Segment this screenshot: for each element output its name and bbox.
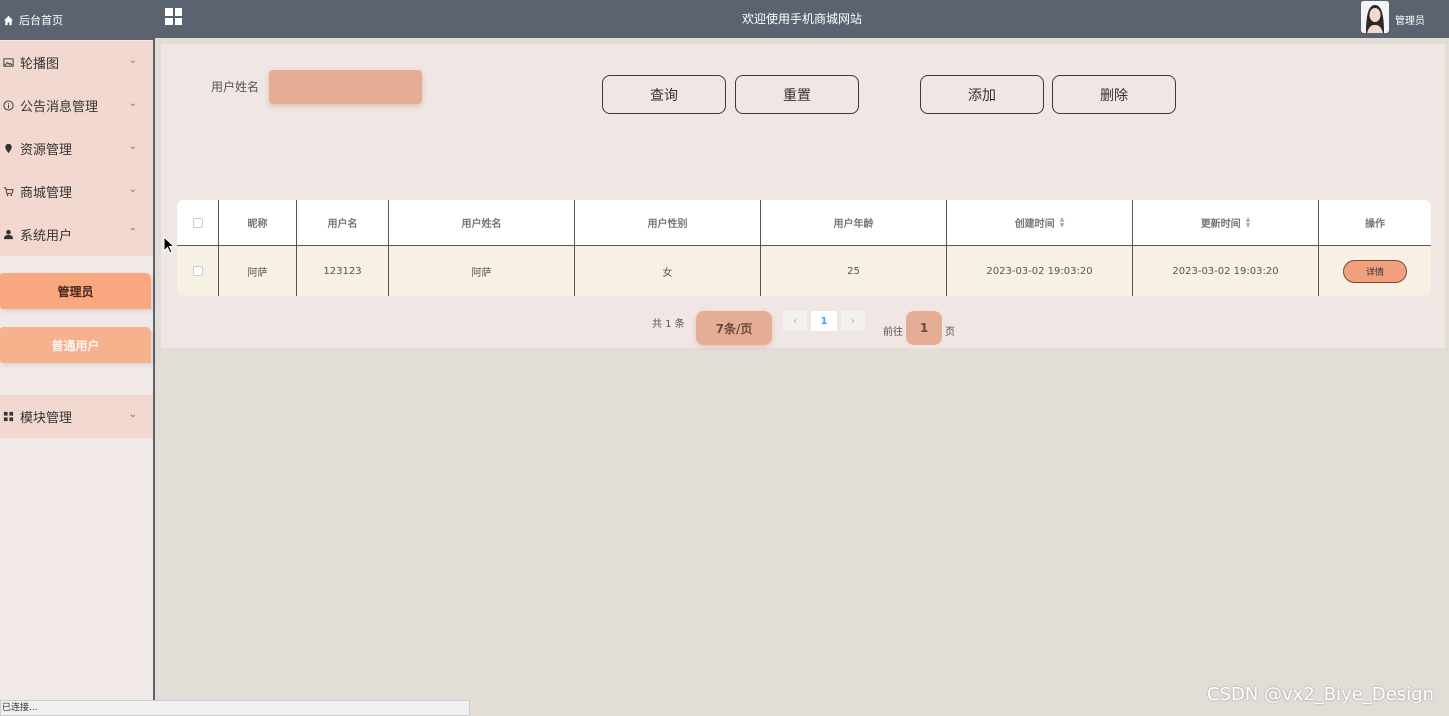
pagination: 共 1 条 7条/页 ‹ 1 › 前往 1 页 bbox=[161, 310, 1445, 346]
sidebar-submenu: 管理员 普通用户 bbox=[0, 256, 153, 395]
column-header: 操作 bbox=[1365, 219, 1385, 230]
column-header: 用户名 bbox=[297, 200, 389, 245]
column-header-created[interactable]: 创建时间 ▲ ▼ bbox=[947, 200, 1133, 245]
column-header: 昵称 bbox=[219, 200, 297, 245]
cell-realname: 阿萨 bbox=[389, 246, 575, 296]
delete-button[interactable]: 删除 bbox=[1052, 75, 1176, 114]
mouse-cursor-icon bbox=[163, 235, 176, 257]
select-all-checkbox[interactable] bbox=[192, 217, 203, 228]
home-icon bbox=[2, 14, 14, 26]
sidebar-item-label: 轮播图 bbox=[20, 57, 60, 72]
page-title: 欢迎使用手机商城网站 bbox=[741, 12, 862, 26]
sidebar-item-notice[interactable]: 公告消息管理 ⌄ bbox=[0, 84, 153, 127]
chevron-down-icon: ⌄ bbox=[128, 55, 137, 66]
query-button[interactable]: 查询 bbox=[602, 75, 726, 114]
image-icon bbox=[2, 57, 14, 69]
next-page-icon[interactable]: › bbox=[841, 311, 865, 331]
sidebar-item-label: 模块管理 bbox=[20, 411, 73, 426]
sidebar-item-label: 公告消息管理 bbox=[20, 100, 99, 115]
location-icon bbox=[2, 143, 14, 155]
avatar[interactable] bbox=[1361, 1, 1389, 33]
header: 欢迎使用手机商城网站 管理员 bbox=[155, 0, 1449, 38]
reset-button[interactable]: 重置 bbox=[735, 75, 859, 114]
table-header: 昵称 用户名 用户姓名 用户性别 用户年龄 创建时间 ▲ ▼ 更新时间 ▲ ▼ 操作 bbox=[177, 200, 1431, 246]
sidebar: 后台首页 轮播图 ⌄ 公告消息管理 ⌄ 资源管理 ⌄ 商城管理 ⌄ 系统用户 ⌃… bbox=[0, 0, 155, 716]
info-icon bbox=[2, 100, 14, 112]
page-number[interactable]: 1 bbox=[811, 311, 837, 331]
cell-gender: 女 bbox=[575, 246, 761, 296]
chevron-down-icon: ⌄ bbox=[128, 98, 137, 109]
sidebar-subitem-normal-user[interactable]: 普通用户 bbox=[0, 327, 151, 363]
search-label: 用户姓名 bbox=[211, 80, 260, 94]
column-header-label: 更新时间 bbox=[1200, 219, 1241, 230]
page-size-select[interactable]: 7条/页 bbox=[696, 311, 772, 345]
sidebar-item-modules[interactable]: 模块管理 ⌄ bbox=[0, 395, 153, 438]
select-all-cell bbox=[177, 200, 219, 245]
page-unit-label: 页 bbox=[945, 327, 955, 338]
cart-icon bbox=[2, 186, 14, 198]
add-button[interactable]: 添加 bbox=[920, 75, 1044, 114]
row-select-cell bbox=[177, 246, 219, 296]
column-header: 用户年龄 bbox=[761, 200, 947, 245]
cell-updated: 2023-03-02 19:03:20 bbox=[1133, 246, 1319, 296]
column-header: 用户姓名 bbox=[389, 200, 575, 245]
cell-created: 2023-03-02 19:03:20 bbox=[947, 246, 1133, 296]
browser-status-bar: 已连接... bbox=[0, 700, 470, 716]
cell-age: 25 bbox=[761, 246, 947, 296]
search-input[interactable] bbox=[269, 70, 422, 104]
sidebar-subitem-admin[interactable]: 管理员 bbox=[0, 273, 151, 309]
sidebar-item-carousel[interactable]: 轮播图 ⌄ bbox=[0, 41, 153, 84]
sidebar-item-label: 系统用户 bbox=[20, 229, 73, 244]
cell-nickname: 阿萨 bbox=[219, 246, 297, 296]
user-icon bbox=[2, 229, 14, 241]
chevron-down-icon: ⌄ bbox=[128, 184, 137, 195]
column-header: 用户性别 bbox=[575, 200, 761, 245]
grid-icon bbox=[2, 411, 14, 423]
detail-button[interactable]: 详情 bbox=[1343, 259, 1407, 283]
goto-page-input[interactable]: 1 bbox=[906, 311, 942, 345]
table-row: 阿萨 123123 阿萨 女 25 2023-03-02 19:03:20 20… bbox=[177, 246, 1431, 296]
sidebar-item-mall[interactable]: 商城管理 ⌄ bbox=[0, 170, 153, 213]
chevron-down-icon: ⌄ bbox=[128, 141, 137, 152]
goto-label: 前往 bbox=[883, 327, 903, 338]
sidebar-home-label: 后台首页 bbox=[19, 14, 63, 27]
chevron-up-icon: ⌃ bbox=[128, 227, 137, 238]
column-header-updated[interactable]: 更新时间 ▲ ▼ bbox=[1133, 200, 1319, 245]
prev-page-icon[interactable]: ‹ bbox=[783, 311, 807, 331]
row-checkbox[interactable] bbox=[192, 266, 203, 276]
main-panel: 用户姓名 查询 重置 添加 删除 昵称 用户名 用户姓名 用户性别 用户年龄 创… bbox=[161, 44, 1445, 348]
sidebar-item-label: 资源管理 bbox=[20, 143, 73, 158]
cell-action: 详情 bbox=[1319, 246, 1431, 296]
user-name[interactable]: 管理员 bbox=[1395, 12, 1425, 27]
pagination-total: 共 1 条 bbox=[652, 319, 685, 330]
users-table: 昵称 用户名 用户姓名 用户性别 用户年龄 创建时间 ▲ ▼ 更新时间 ▲ ▼ 操作 阿… bbox=[177, 200, 1431, 296]
sidebar-item-system-users[interactable]: 系统用户 ⌃ bbox=[0, 213, 153, 256]
watermark: CSDN @vx2_Biye_Design bbox=[1206, 684, 1434, 705]
column-header-label: 创建时间 bbox=[1014, 219, 1055, 230]
sidebar-item-resources[interactable]: 资源管理 ⌄ bbox=[0, 127, 153, 170]
chevron-down-icon: ⌄ bbox=[128, 409, 137, 420]
sidebar-home[interactable]: 后台首页 bbox=[0, 0, 153, 40]
sort-icon[interactable]: ▲ ▼ bbox=[1060, 216, 1065, 229]
sidebar-item-label: 商城管理 bbox=[20, 186, 73, 201]
sort-icon[interactable]: ▲ ▼ bbox=[1246, 216, 1251, 229]
cell-username: 123123 bbox=[297, 246, 389, 296]
